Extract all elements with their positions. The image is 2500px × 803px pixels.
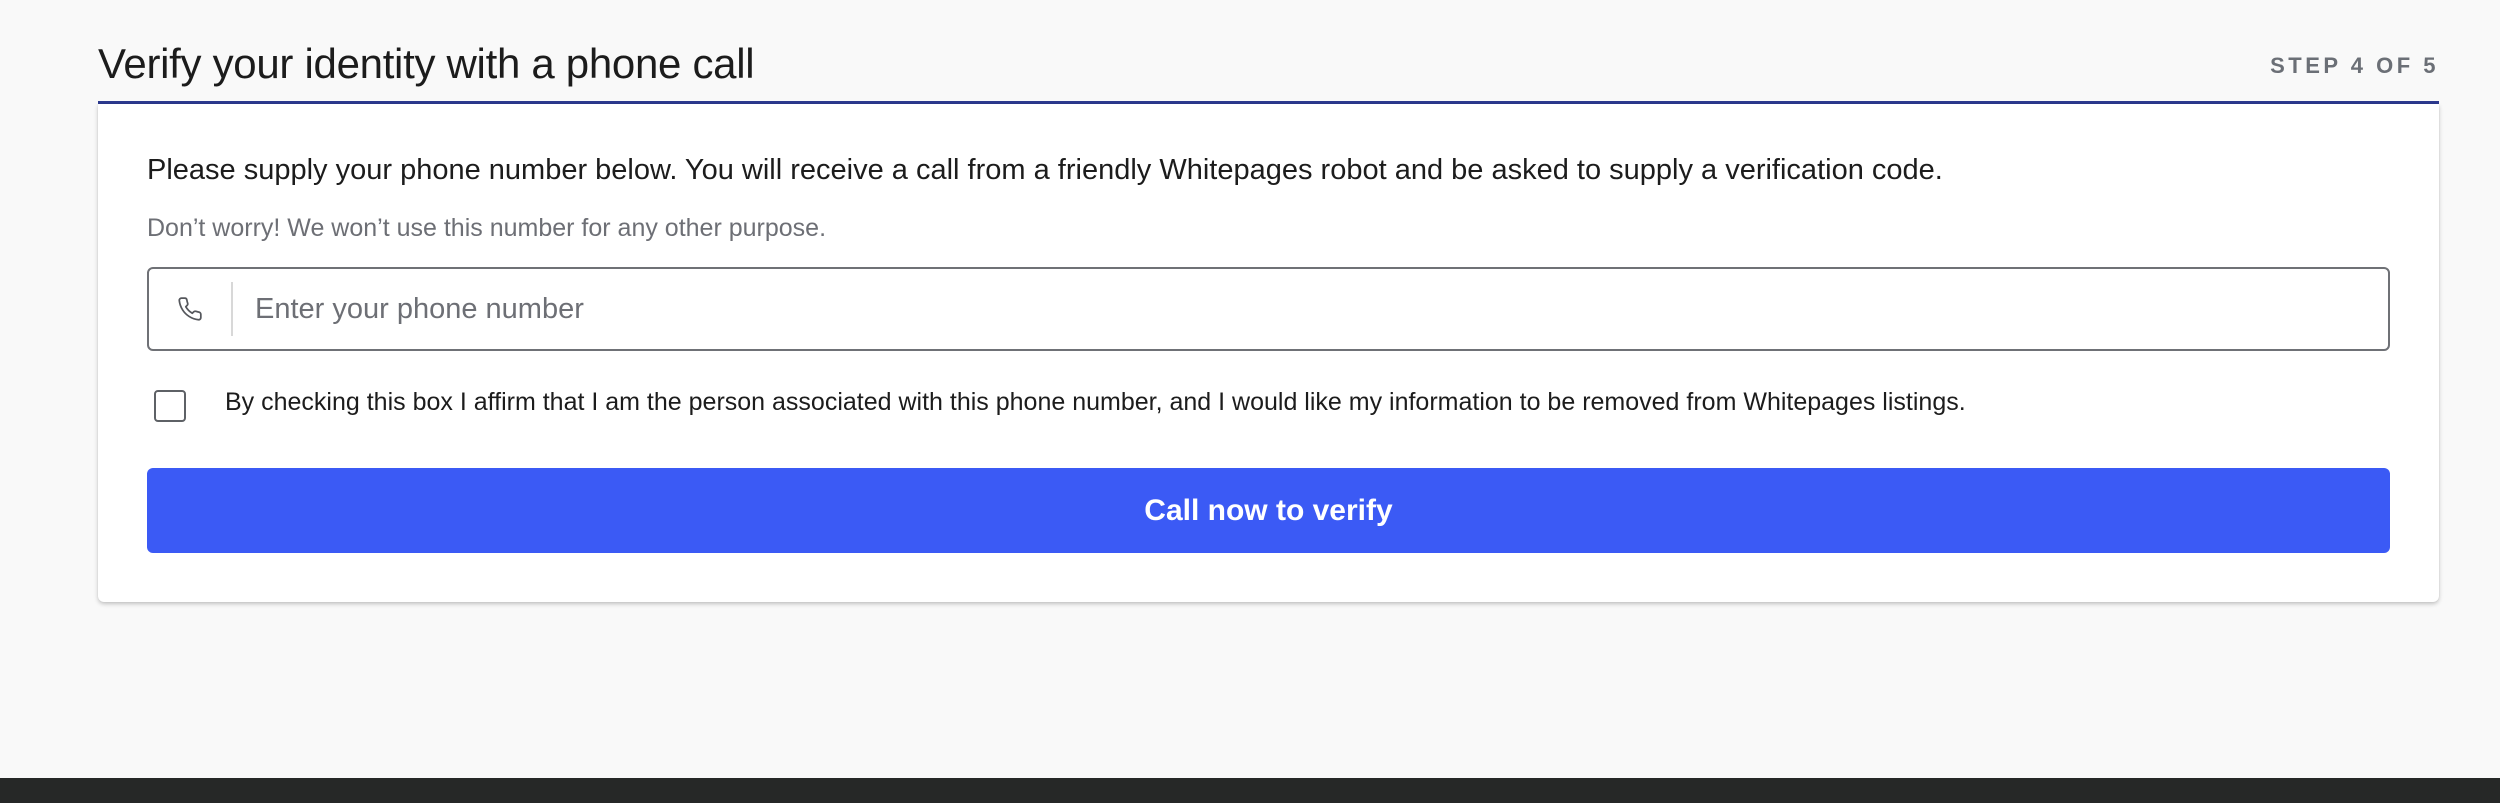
phone-number-input[interactable] bbox=[233, 269, 2388, 349]
page-header: Verify your identity with a phone call S… bbox=[98, 36, 2439, 104]
page: Verify your identity with a phone call S… bbox=[0, 0, 2500, 803]
phone-number-field[interactable] bbox=[147, 267, 2390, 351]
reassurance-text: Don’t worry! We won’t use this number fo… bbox=[147, 214, 827, 242]
consent-row[interactable]: By checking this box I affirm that I am … bbox=[154, 384, 1966, 422]
call-now-button[interactable]: Call now to verify bbox=[147, 468, 2390, 553]
step-indicator: STEP 4 OF 5 bbox=[2270, 53, 2439, 78]
phone-icon bbox=[149, 282, 233, 336]
verification-card: Please supply your phone number below. Y… bbox=[98, 104, 2439, 602]
consent-checkbox[interactable] bbox=[154, 390, 186, 422]
instructions-text: Please supply your phone number below. Y… bbox=[147, 154, 1943, 186]
page-title: Verify your identity with a phone call bbox=[98, 40, 755, 87]
consent-label: By checking this box I affirm that I am … bbox=[225, 388, 1966, 416]
footer-bar bbox=[0, 778, 2500, 803]
